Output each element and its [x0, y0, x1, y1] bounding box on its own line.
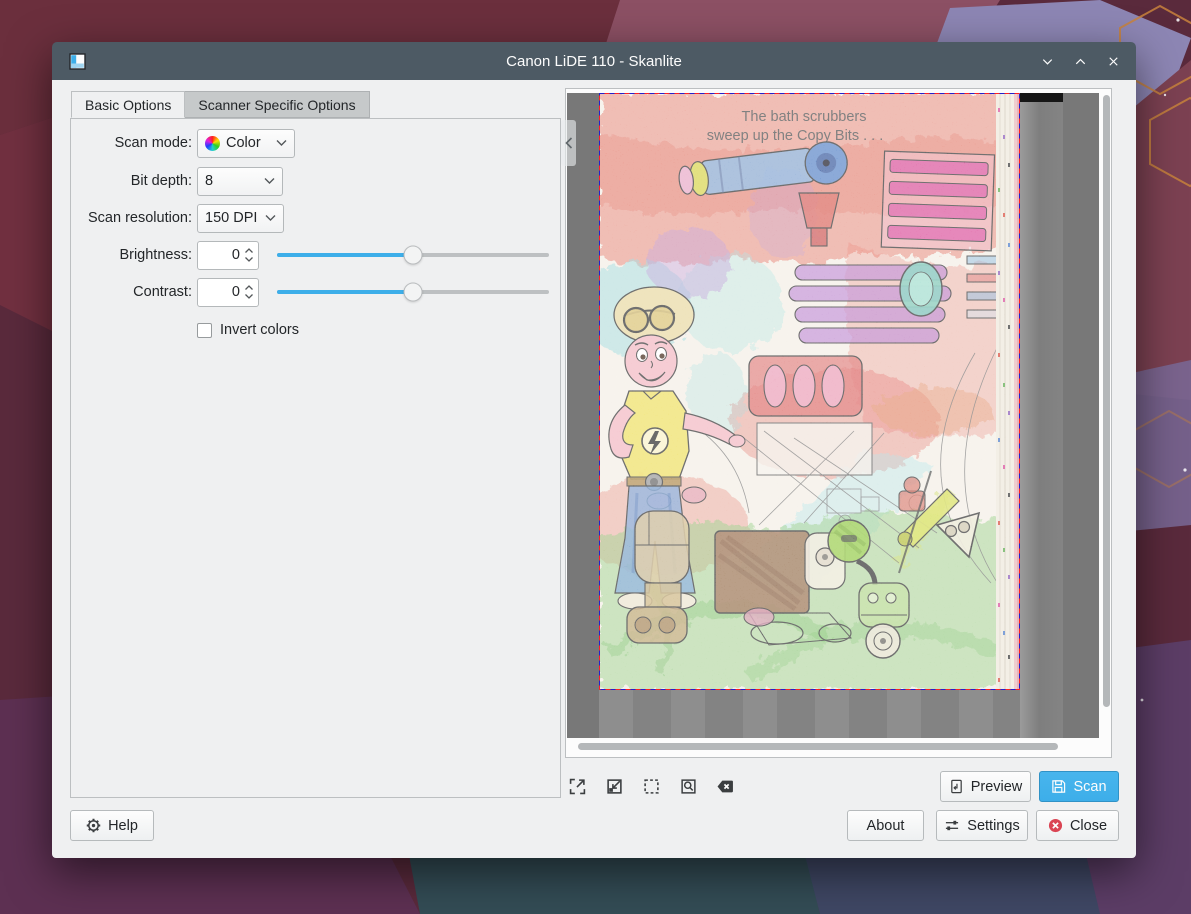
brightness-value: 0 — [232, 247, 243, 263]
close-button[interactable]: Close — [1036, 810, 1119, 841]
horizontal-scroll-thumb[interactable] — [578, 743, 1058, 750]
close-button-label: Close — [1070, 818, 1107, 834]
chevron-down-icon — [265, 214, 276, 222]
slider-handle[interactable] — [404, 283, 423, 302]
basic-options-panel: Scan mode: Color Bit depth: 8 Scan — [70, 118, 561, 798]
scan-mode-row: Scan mode: Color — [71, 128, 560, 158]
resolution-label: Scan resolution: — [71, 210, 192, 226]
preview-viewport[interactable]: The bath scrubbers sweep up the Copy Bit… — [567, 93, 1099, 738]
brightness-row: Brightness: 0 — [71, 240, 560, 270]
panel-collapse-handle[interactable] — [561, 120, 576, 166]
maximize-icon[interactable] — [1072, 53, 1089, 70]
scan-mode-label: Scan mode: — [71, 135, 192, 151]
invert-colors-label: Invert colors — [220, 322, 299, 338]
help-button[interactable]: Help — [70, 810, 154, 841]
chevron-down-icon — [276, 139, 287, 147]
preview-button[interactable]: Preview — [940, 771, 1031, 802]
invert-colors-checkbox[interactable] — [197, 323, 212, 338]
configure-sliders-icon — [944, 818, 960, 833]
scanned-image[interactable]: The bath scrubbers sweep up the Copy Bit… — [599, 93, 1063, 738]
save-floppy-icon — [1051, 779, 1066, 794]
help-wheel-icon — [86, 818, 101, 833]
zoom-toolbar — [564, 772, 738, 800]
titlebar[interactable]: Canon LiDE 110 - Skanlite — [52, 42, 1136, 80]
tab-scanner-specific-options[interactable]: Scanner Specific Options — [185, 91, 369, 118]
bit-depth-value: 8 — [205, 173, 213, 189]
preview-button-label: Preview — [971, 779, 1023, 795]
scan-edge-shadow — [1020, 93, 1063, 102]
spin-arrows-icon[interactable] — [243, 245, 255, 265]
slider-handle[interactable] — [404, 246, 423, 265]
brightness-label: Brightness: — [71, 247, 192, 263]
zoom-out-icon[interactable] — [601, 772, 627, 800]
dialog-close-red-icon — [1048, 818, 1063, 833]
contrast-spinbox[interactable]: 0 — [197, 278, 259, 307]
scanner-bed-bottom — [599, 690, 1020, 738]
zoom-in-icon[interactable] — [564, 772, 590, 800]
close-window-icon[interactable] — [1105, 53, 1122, 70]
settings-button-label: Settings — [967, 818, 1019, 834]
minimize-icon[interactable] — [1039, 53, 1056, 70]
contrast-label: Contrast: — [71, 284, 192, 300]
document-preview-icon — [949, 779, 964, 794]
zoom-to-selection-icon[interactable] — [638, 772, 664, 800]
chevron-down-icon — [264, 177, 275, 185]
contrast-row: Contrast: 0 — [71, 277, 560, 307]
slider-fill — [277, 290, 413, 294]
invert-colors-row: Invert colors — [197, 315, 299, 345]
tab-basic-options[interactable]: Basic Options — [71, 91, 185, 118]
bit-depth-label: Bit depth: — [71, 173, 192, 189]
window-title: Canon LiDE 110 - Skanlite — [52, 53, 1136, 70]
brightness-spinbox[interactable]: 0 — [197, 241, 259, 270]
chevron-left-icon — [565, 137, 573, 149]
contrast-value: 0 — [232, 284, 243, 300]
scan-mode-select[interactable]: Color — [197, 129, 295, 158]
preview-frame: The bath scrubbers sweep up the Copy Bit… — [565, 88, 1112, 758]
help-button-label: Help — [108, 818, 138, 834]
slider-fill — [277, 253, 413, 257]
resolution-row: Scan resolution: 150 DPI — [71, 203, 560, 233]
bit-depth-row: Bit depth: 8 — [71, 166, 560, 196]
about-button-label: About — [867, 818, 905, 834]
spin-arrows-icon[interactable] — [243, 282, 255, 302]
preview-vertical-scrollbar[interactable] — [1102, 93, 1111, 738]
contrast-slider[interactable] — [277, 278, 549, 307]
window-body: Basic Options Scanner Specific Options S… — [52, 80, 1136, 858]
brightness-slider[interactable] — [277, 241, 549, 270]
clear-selections-icon[interactable] — [712, 772, 738, 800]
zoom-fit-best-icon[interactable] — [675, 772, 701, 800]
vertical-scroll-thumb[interactable] — [1103, 95, 1110, 707]
scan-page-art: The bath scrubbers sweep up the Copy Bit… — [599, 93, 1020, 690]
bit-depth-select[interactable]: 8 — [197, 167, 283, 196]
resolution-value: 150 DPI — [205, 210, 257, 226]
settings-button[interactable]: Settings — [936, 810, 1028, 841]
color-wheel-icon — [205, 136, 220, 151]
scan-mode-value: Color — [226, 135, 261, 151]
scanner-bed-right — [1020, 102, 1063, 738]
preview-horizontal-scrollbar[interactable] — [576, 742, 1098, 751]
skanlite-window: Canon LiDE 110 - Skanlite Basic Options … — [52, 42, 1136, 858]
options-tabbar: Basic Options Scanner Specific Options — [71, 91, 370, 118]
desktop: Canon LiDE 110 - Skanlite Basic Options … — [0, 0, 1191, 914]
resolution-select[interactable]: 150 DPI — [197, 204, 284, 233]
about-button[interactable]: About — [847, 810, 924, 841]
scan-button-label: Scan — [1073, 779, 1106, 795]
scan-button[interactable]: Scan — [1039, 771, 1119, 802]
